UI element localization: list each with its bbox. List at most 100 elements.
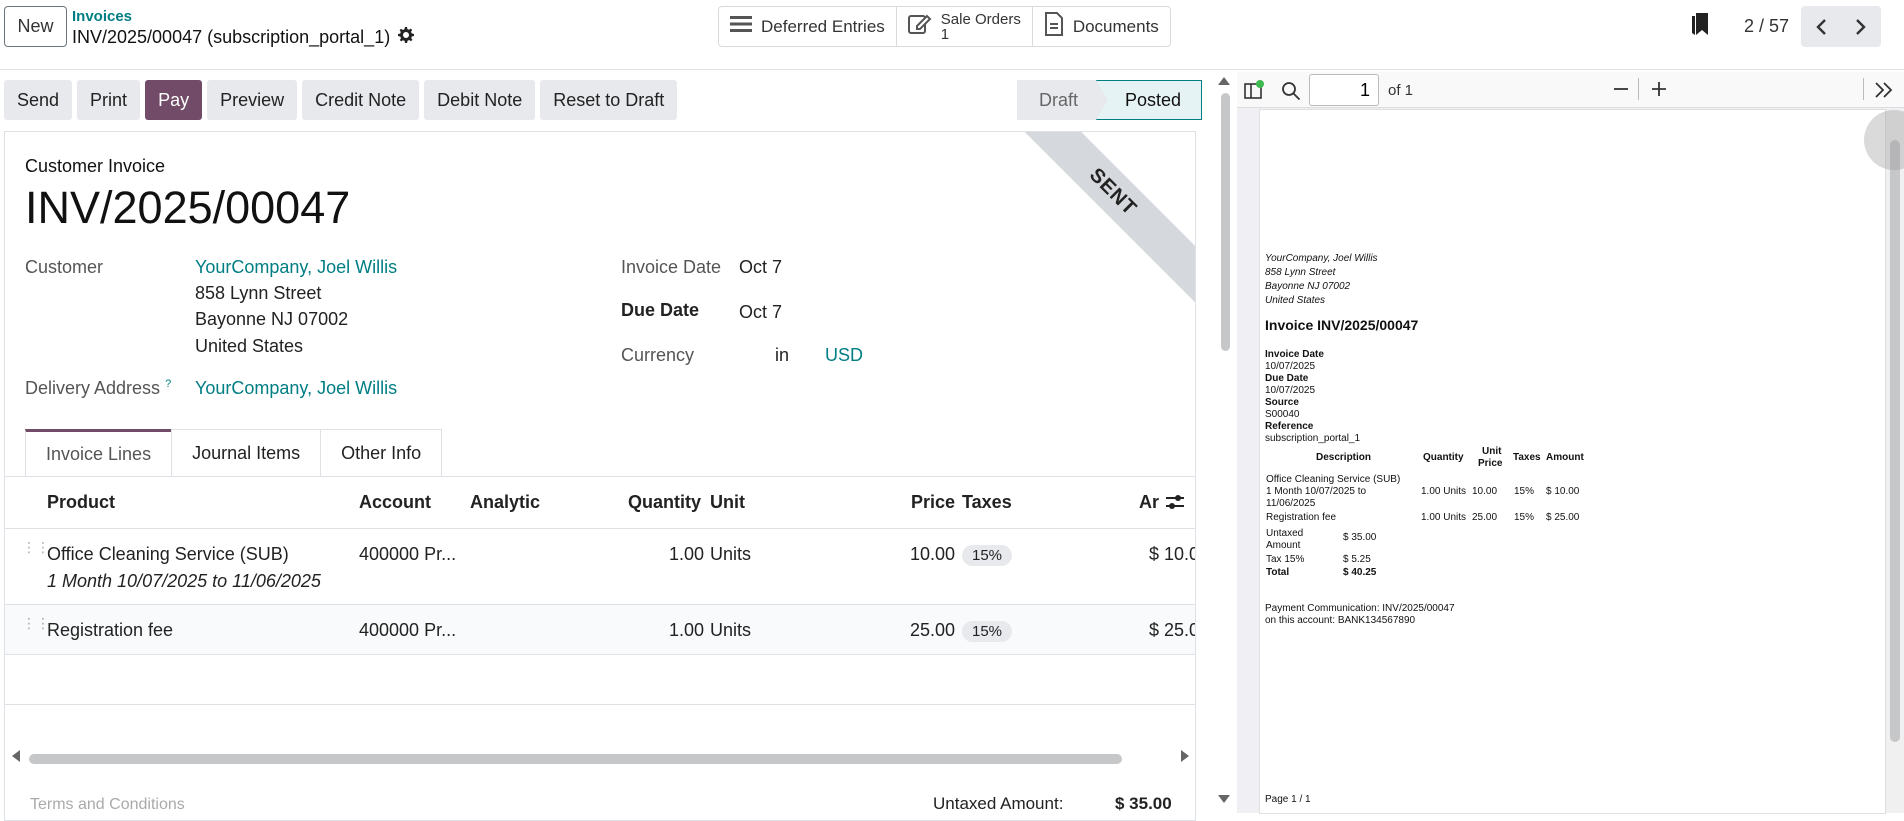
reset-to-draft-button[interactable]: Reset to Draft (540, 80, 678, 120)
sidebar-toggle-icon[interactable] (1243, 80, 1265, 105)
row-description[interactable]: 1 Month 10/07/2025 to 11/06/2025 (47, 571, 321, 592)
bookmark-icon[interactable] (1690, 12, 1710, 41)
invoice-number: INV/2025/00047 (25, 182, 351, 233)
table-row[interactable]: ⋮⋮ Office Cleaning Service (SUB) 1 Month… (5, 529, 1195, 605)
tab-journal-items[interactable]: Journal Items (171, 429, 322, 477)
credit-note-button[interactable]: Credit Note (302, 80, 420, 120)
sale-orders-button[interactable]: Sale Orders 1 (897, 7, 1033, 46)
breadcrumb-invoices[interactable]: Invoices (72, 8, 132, 25)
row-taxes[interactable]: 15% (962, 620, 1013, 642)
row-account[interactable]: 400000 Pr... (359, 544, 456, 565)
untaxed-label: Untaxed Amount: (933, 794, 1064, 813)
print-button[interactable]: Print (77, 80, 141, 120)
search-icon[interactable] (1281, 81, 1301, 106)
pdf-scroll-thumb[interactable] (1890, 140, 1900, 742)
pdf-tax-value: $ 5.25 (1343, 554, 1371, 565)
col-amount[interactable]: Ar (1139, 492, 1159, 513)
pdf-field-label: Reference (1265, 421, 1314, 432)
drag-handle-icon[interactable]: ⋮⋮ (22, 616, 50, 638)
documents-button[interactable]: Documents (1033, 7, 1170, 46)
page-number-input[interactable] (1309, 74, 1379, 106)
col-unit[interactable]: Unit (710, 492, 745, 513)
delivery-address-field[interactable]: YourCompany, Joel Willis (195, 378, 397, 399)
row-account[interactable]: 400000 Pr... (359, 620, 456, 641)
pdf-col-quantity: Quantity (1423, 452, 1464, 463)
col-analytic[interactable]: Analytic (470, 492, 540, 513)
zoom-out-icon[interactable] (1611, 79, 1631, 104)
row-unit[interactable]: Units (710, 544, 751, 565)
pdf-vertical-scrollbar[interactable] (1887, 110, 1904, 813)
sale-orders-label: Sale Orders (940, 10, 1021, 28)
pager-next-button[interactable] (1841, 6, 1882, 47)
invoice-date-field[interactable]: Oct 7 (739, 257, 782, 278)
deferred-entries-label: Deferred Entries (761, 16, 885, 36)
pdf-col-taxes: Taxes (1513, 452, 1541, 463)
toolbar-separator (1863, 78, 1864, 100)
sale-orders-count: 1 (940, 25, 950, 43)
col-quantity[interactable]: Quantity (628, 492, 701, 513)
action-buttons: Send Print Pay Preview Credit Note Debit… (4, 80, 678, 120)
pdf-line-tax: 15% (1514, 486, 1535, 497)
preview-button[interactable]: Preview (207, 80, 298, 120)
scroll-left-icon[interactable] (11, 749, 21, 768)
col-account[interactable]: Account (359, 492, 431, 513)
notebook-tabs: Invoice Lines Journal Items Other Info (25, 429, 443, 477)
status-posted[interactable]: Posted (1096, 80, 1203, 120)
pdf-payment-line: on this account: BANK134567890 (1265, 615, 1416, 626)
pager-previous-button[interactable] (1801, 6, 1842, 47)
pdf-addr-line: 858 Lynn Street (1265, 267, 1336, 278)
terms-placeholder[interactable]: Terms and Conditions (30, 796, 185, 814)
pdf-field-value: 10/07/2025 (1265, 361, 1316, 372)
pdf-field-label: Source (1265, 397, 1299, 408)
scroll-right-icon[interactable] (1180, 749, 1190, 768)
row-price[interactable]: 10.00 (910, 544, 955, 565)
pay-button[interactable]: Pay (145, 80, 203, 120)
customer-field[interactable]: YourCompany, Joel Willis (195, 257, 397, 278)
scroll-up-icon[interactable] (1217, 76, 1231, 86)
tab-other-info[interactable]: Other Info (320, 429, 443, 477)
status-draft[interactable]: Draft (1017, 80, 1109, 120)
debit-note-button[interactable]: Debit Note (424, 80, 536, 120)
row-product[interactable]: Office Cleaning Service (SUB) (47, 544, 289, 565)
row-taxes[interactable]: 15% (962, 544, 1013, 566)
row-price[interactable]: 25.00 (910, 620, 955, 641)
row-quantity[interactable]: 1.00 (669, 544, 704, 565)
pdf-line-desc: Registration fee (1266, 512, 1337, 523)
due-date-field[interactable]: Oct 7 (739, 302, 782, 323)
pdf-payment-line: Payment Communication: INV/2025/00047 (1265, 603, 1455, 614)
control-panel: New Invoices INV/2025/00047 (subscriptio… (0, 0, 1904, 70)
new-button[interactable]: New (4, 6, 67, 47)
table-row[interactable]: ⋮⋮ Registration fee 400000 Pr... 1.00 Un… (5, 605, 1195, 655)
pdf-page-footer: Page 1 / 1 (1265, 794, 1311, 805)
pdf-line-desc: 1 Month 10/07/2025 to (1266, 486, 1367, 497)
help-tooltip[interactable]: ? (165, 378, 171, 390)
optional-columns-icon[interactable] (1165, 493, 1185, 516)
tab-invoice-lines[interactable]: Invoice Lines (25, 429, 173, 477)
zoom-in-icon[interactable] (1649, 79, 1669, 104)
file-icon (1044, 12, 1064, 41)
drag-handle-icon[interactable]: ⋮⋮ (22, 540, 50, 562)
vertical-scroll-thumb[interactable] (1221, 93, 1230, 351)
col-taxes[interactable]: Taxes (962, 492, 1012, 513)
gear-icon[interactable] (398, 27, 415, 48)
row-product[interactable]: Registration fee (47, 620, 173, 641)
deferred-entries-button[interactable]: Deferred Entries (719, 7, 897, 46)
col-product[interactable]: Product (47, 492, 115, 513)
scroll-down-icon[interactable] (1217, 794, 1231, 804)
pdf-untaxed-label: Untaxed (1266, 528, 1304, 539)
double-chevron-right-icon[interactable] (1874, 81, 1894, 104)
col-price[interactable]: Price (911, 492, 955, 513)
record-title-text: INV/2025/00047 (subscription_portal_1) (72, 27, 391, 47)
currency-field[interactable]: USD (825, 345, 863, 366)
pdf-line-tax: 15% (1514, 512, 1535, 523)
due-date-label: Due Date (621, 300, 700, 320)
row-quantity[interactable]: 1.00 (669, 620, 704, 641)
page-count: of 1 (1388, 82, 1414, 99)
row-unit[interactable]: Units (710, 620, 751, 641)
horizontal-scrollbar[interactable] (29, 754, 1122, 764)
documents-label: Documents (1072, 16, 1159, 36)
pdf-line-qty: 1.00 Units (1421, 486, 1467, 497)
send-button[interactable]: Send (4, 80, 73, 120)
table-row-empty[interactable] (5, 655, 1195, 705)
pdf-col-unit-price: Unit (1482, 446, 1502, 457)
